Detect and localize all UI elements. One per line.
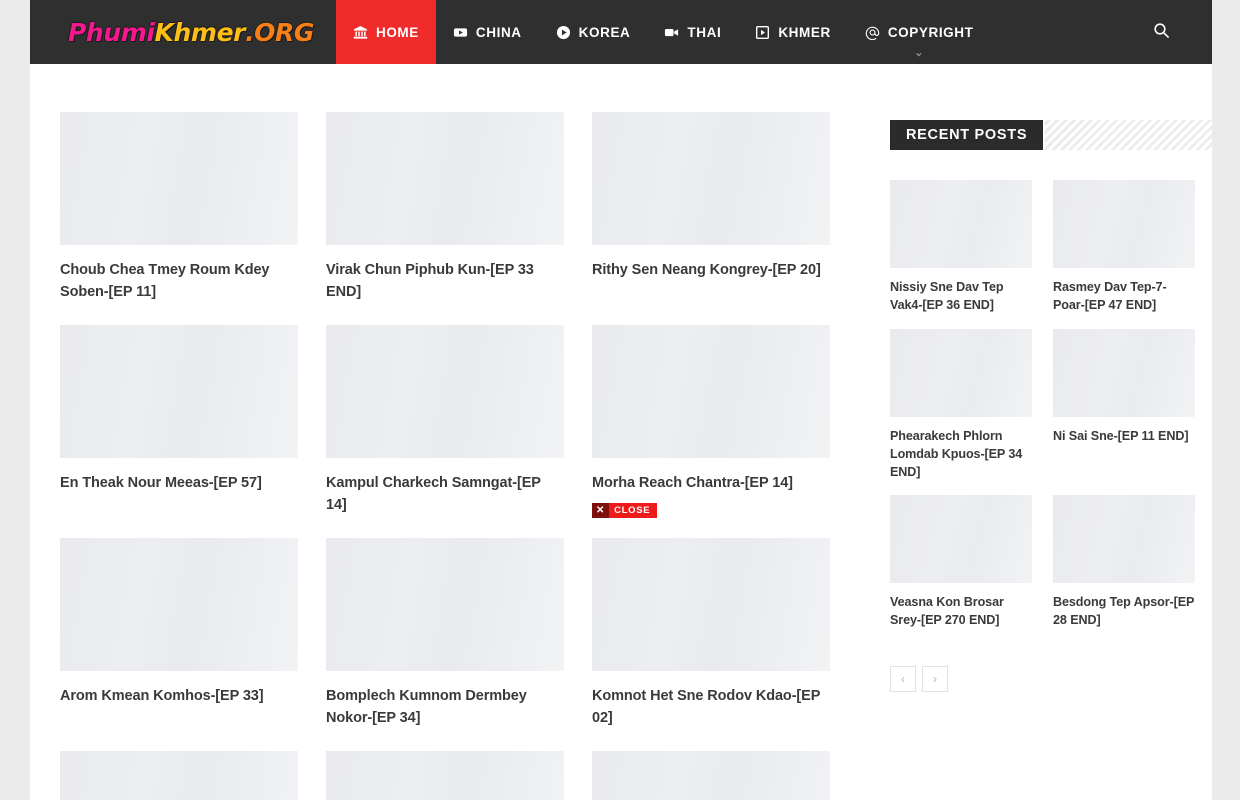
post-title[interactable]: En Theak Nour Meeas-[EP 57] bbox=[60, 472, 298, 494]
sidebar-post-thumbnail[interactable] bbox=[890, 328, 1032, 417]
nav-item-korea[interactable]: KOREA bbox=[539, 0, 648, 64]
nav-item-home[interactable]: HOME bbox=[335, 0, 436, 64]
sidebar-post-card[interactable]: Rasmey Dav Tep-7-Poar-[EP 47 END] bbox=[1053, 180, 1195, 315]
nav-label-copyright: COPYRIGHT bbox=[887, 24, 974, 40]
sidebar-post-thumbnail[interactable] bbox=[1053, 495, 1195, 584]
post-card[interactable]: Virak Chun Piphub Kun-[EP 33 END] bbox=[326, 112, 564, 303]
sidebar-post-card[interactable]: Phearakech Phlorn Lomdab Kpuos-[EP 34 EN… bbox=[890, 328, 1032, 482]
sidebar-post-card[interactable]: Nissiy Sne Dav Tep Vak4-[EP 36 END] bbox=[890, 180, 1032, 315]
sidebar-pagination: ‹ › bbox=[890, 666, 1212, 693]
sidebar-post-title[interactable]: Besdong Tep Apsor-[EP 28 END] bbox=[1053, 594, 1195, 630]
close-ad-badge[interactable]: ✕ CLOSE bbox=[592, 503, 658, 518]
post-card[interactable] bbox=[60, 751, 298, 800]
site-header: Phumi Khmer .ORG HOME CHINA KOREA THAI K… bbox=[30, 0, 1212, 64]
nav-item-copyright[interactable]: COPYRIGHT ⌄ bbox=[848, 0, 991, 64]
at-sign-icon bbox=[865, 25, 880, 40]
sidebar-post-card[interactable]: Besdong Tep Apsor-[EP 28 END] bbox=[1053, 495, 1195, 630]
page-root: Phumi Khmer .ORG HOME CHINA KOREA THAI K… bbox=[0, 0, 1240, 800]
pagination-prev-button[interactable]: ‹ bbox=[890, 666, 916, 693]
site-logo[interactable]: Phumi Khmer .ORG bbox=[30, 0, 336, 64]
sidebar-post-title[interactable]: Rasmey Dav Tep-7-Poar-[EP 47 END] bbox=[1053, 279, 1195, 315]
sidebar-post-thumbnail[interactable] bbox=[1053, 328, 1195, 417]
nav-item-khmer[interactable]: KHMER bbox=[738, 0, 848, 64]
post-thumbnail[interactable] bbox=[326, 751, 564, 800]
header-right bbox=[1146, 0, 1212, 64]
post-thumbnail[interactable] bbox=[592, 538, 830, 672]
post-card[interactable]: Arom Kmean Komhos-[EP 33] bbox=[60, 538, 298, 729]
pagination-next-button[interactable]: › bbox=[922, 666, 948, 693]
search-icon bbox=[1153, 22, 1170, 42]
post-title[interactable]: Virak Chun Piphub Kun-[EP 33 END] bbox=[326, 259, 564, 303]
post-card[interactable]: Morha Reach Chantra-[EP 14] bbox=[592, 325, 830, 516]
close-icon[interactable]: ✕ bbox=[592, 503, 610, 518]
search-button[interactable] bbox=[1146, 17, 1176, 47]
nav-label-china: CHINA bbox=[475, 24, 522, 40]
sidebar: RECENT POSTS Nissiy Sne Dav Tep Vak4-[EP… bbox=[890, 112, 1212, 800]
nav-label-khmer: KHMER bbox=[778, 24, 831, 40]
post-thumbnail[interactable] bbox=[326, 112, 564, 245]
post-thumbnail[interactable] bbox=[60, 751, 298, 800]
post-thumbnail[interactable] bbox=[60, 325, 298, 459]
nav-item-thai[interactable]: THAI bbox=[647, 0, 738, 64]
widget-stripe-decoration bbox=[1045, 120, 1212, 150]
play-square-icon bbox=[755, 25, 770, 40]
site-container: Phumi Khmer .ORG HOME CHINA KOREA THAI K… bbox=[30, 0, 1212, 800]
play-circle-icon bbox=[556, 25, 571, 40]
post-card[interactable]: Kampul Charkech Samngat-[EP 14] bbox=[326, 325, 564, 516]
sidebar-post-card[interactable]: Veasna Kon Brosar Srey-[EP 270 END] bbox=[890, 495, 1032, 630]
nav-label-korea: KOREA bbox=[578, 24, 631, 40]
video-camera-icon bbox=[664, 25, 679, 40]
post-card[interactable]: En Theak Nour Meeas-[EP 57] bbox=[60, 325, 298, 516]
post-card[interactable] bbox=[326, 751, 564, 800]
content-wrapper: Choub Chea Tmey Roum Kdey Soben-[EP 11] … bbox=[30, 64, 1212, 800]
post-card[interactable]: Bomplech Kumnom Dermbey Nokor-[EP 34] bbox=[326, 538, 564, 729]
post-card[interactable]: Rithy Sen Neang Kongrey-[EP 20] bbox=[592, 112, 830, 303]
sidebar-post-card[interactable]: Ni Sai Sne-[EP 11 END] bbox=[1053, 328, 1195, 482]
post-grid: Choub Chea Tmey Roum Kdey Soben-[EP 11] … bbox=[60, 112, 860, 800]
chevron-down-icon[interactable]: ⌄ bbox=[914, 48, 924, 59]
nav-item-china[interactable]: CHINA bbox=[436, 0, 539, 64]
post-thumbnail[interactable] bbox=[592, 751, 830, 800]
youtube-icon bbox=[453, 25, 468, 40]
recent-posts-widget-header: RECENT POSTS bbox=[890, 120, 1212, 150]
post-title[interactable]: Kampul Charkech Samngat-[EP 14] bbox=[326, 472, 564, 516]
post-card[interactable]: Komnot Het Sne Rodov Kdao-[EP 02] bbox=[592, 538, 830, 729]
post-thumbnail[interactable] bbox=[326, 325, 564, 459]
main-navigation: HOME CHINA KOREA THAI KHMER COPYRIGHT ⌄ bbox=[335, 0, 1146, 64]
post-card[interactable]: Choub Chea Tmey Roum Kdey Soben-[EP 11] bbox=[60, 112, 298, 303]
sidebar-post-title[interactable]: Veasna Kon Brosar Srey-[EP 270 END] bbox=[890, 594, 1032, 630]
post-thumbnail[interactable] bbox=[592, 112, 830, 245]
sidebar-post-title[interactable]: Nissiy Sne Dav Tep Vak4-[EP 36 END] bbox=[890, 279, 1032, 315]
recent-posts-grid: Nissiy Sne Dav Tep Vak4-[EP 36 END] Rasm… bbox=[890, 180, 1212, 630]
post-thumbnail[interactable] bbox=[60, 112, 298, 245]
logo-part-phumi: Phumi bbox=[68, 17, 155, 47]
widget-title: RECENT POSTS bbox=[890, 120, 1044, 150]
post-title[interactable]: Rithy Sen Neang Kongrey-[EP 20] bbox=[592, 259, 830, 281]
close-badge-label[interactable]: CLOSE bbox=[609, 503, 658, 518]
post-title[interactable]: Bomplech Kumnom Dermbey Nokor-[EP 34] bbox=[326, 685, 564, 729]
main-column: Choub Chea Tmey Roum Kdey Soben-[EP 11] … bbox=[60, 112, 860, 800]
sidebar-post-thumbnail[interactable] bbox=[1053, 180, 1195, 268]
post-thumbnail[interactable] bbox=[60, 538, 298, 672]
post-title[interactable]: Arom Kmean Komhos-[EP 33] bbox=[60, 685, 298, 707]
sidebar-post-title[interactable]: Ni Sai Sne-[EP 11 END] bbox=[1053, 428, 1195, 446]
sidebar-post-thumbnail[interactable] bbox=[890, 180, 1032, 268]
post-card[interactable] bbox=[592, 751, 830, 800]
post-title[interactable]: Komnot Het Sne Rodov Kdao-[EP 02] bbox=[592, 685, 830, 729]
nav-label-home: HOME bbox=[375, 24, 419, 40]
nav-label-thai: THAI bbox=[687, 24, 722, 40]
sidebar-post-thumbnail[interactable] bbox=[890, 495, 1032, 584]
sidebar-post-title[interactable]: Phearakech Phlorn Lomdab Kpuos-[EP 34 EN… bbox=[890, 428, 1032, 482]
bank-icon bbox=[353, 25, 368, 40]
post-thumbnail[interactable] bbox=[326, 538, 564, 672]
logo-part-org: .ORG bbox=[245, 17, 314, 47]
post-thumbnail[interactable] bbox=[592, 325, 830, 459]
post-title[interactable]: Choub Chea Tmey Roum Kdey Soben-[EP 11] bbox=[60, 259, 298, 303]
logo-part-khmer: Khmer bbox=[154, 17, 246, 47]
post-title[interactable]: Morha Reach Chantra-[EP 14] bbox=[592, 472, 830, 494]
